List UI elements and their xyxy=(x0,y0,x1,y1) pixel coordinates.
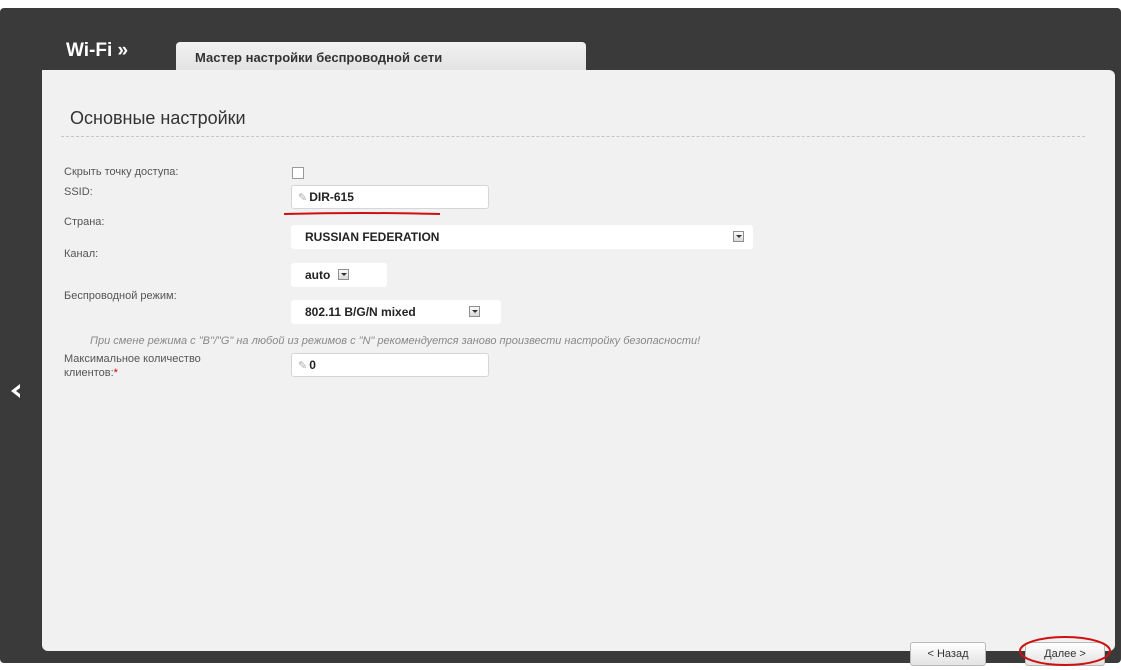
ssid-input[interactable]: ✎ DIR-615 xyxy=(291,185,489,209)
chevron-left-icon[interactable] xyxy=(8,380,22,402)
max-clients-input[interactable]: ✎ 0 xyxy=(291,353,489,377)
ssid-value: DIR-615 xyxy=(309,190,354,204)
channel-select[interactable]: auto xyxy=(291,263,387,287)
title-divider xyxy=(61,136,1085,137)
required-mark: * xyxy=(113,367,118,379)
breadcrumb-wifi[interactable]: Wi-Fi » xyxy=(66,40,128,62)
pencil-icon: ✎ xyxy=(298,192,308,204)
channel-label: Канал: xyxy=(64,248,99,260)
mode-value: 802.11 B/G/N mixed xyxy=(305,305,416,319)
ssid-label: SSID: xyxy=(64,186,93,198)
max-clients-value: 0 xyxy=(309,358,316,372)
next-annotation-oval xyxy=(1019,636,1111,666)
max-clients-label: Максимальное количество клиентов:* xyxy=(64,352,244,380)
country-label: Страна: xyxy=(64,216,105,228)
page-title: Основные настройки xyxy=(70,108,246,128)
ssid-annotation-underline xyxy=(283,212,441,215)
hide-ap-checkbox[interactable] xyxy=(292,167,304,179)
mode-hint: При смене режима с "B"/"G" на любой из р… xyxy=(90,335,701,347)
app-frame: Wi-Fi » Мастер настройки беспроводной се… xyxy=(0,8,1121,666)
max-clients-label-text: Максимальное количество клиентов: xyxy=(64,353,201,379)
mode-label: Беспроводной режим: xyxy=(64,290,177,302)
chevron-down-icon[interactable] xyxy=(733,231,744,242)
country-value: RUSSIAN FEDERATION xyxy=(305,230,440,244)
chevron-down-icon[interactable] xyxy=(469,306,480,317)
chevron-down-icon[interactable] xyxy=(338,269,349,280)
settings-panel: Основные настройки Скрыть точку доступа:… xyxy=(42,70,1115,666)
pencil-icon: ✎ xyxy=(298,360,308,372)
mode-select[interactable]: 802.11 B/G/N mixed xyxy=(291,300,501,324)
back-button[interactable]: < Назад xyxy=(910,642,986,666)
hide-ap-label: Скрыть точку доступа: xyxy=(64,166,179,178)
channel-value: auto xyxy=(305,268,331,282)
country-select[interactable]: RUSSIAN FEDERATION xyxy=(291,225,753,249)
